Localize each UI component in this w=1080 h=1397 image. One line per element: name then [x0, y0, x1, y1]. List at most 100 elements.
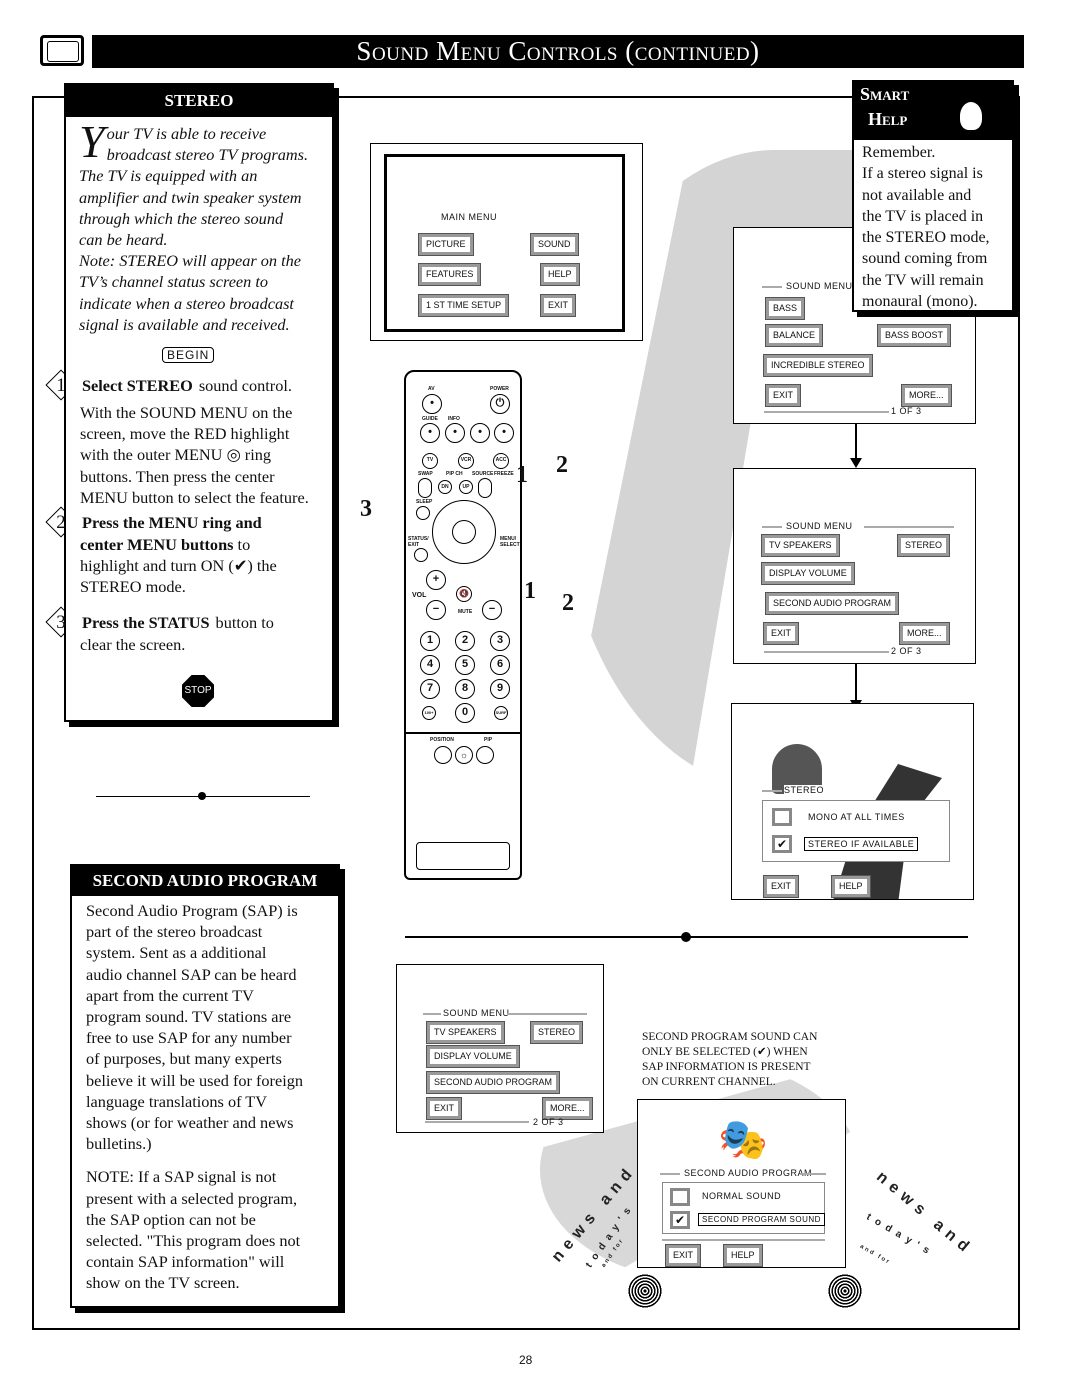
av-button[interactable]: • [422, 394, 442, 414]
pip-ch-up-button[interactable]: UP [459, 480, 473, 494]
stereo-button[interactable]: STEREO [896, 534, 951, 557]
stereo-screen: STEREO MONO AT ALL TIMES ✔ STEREO IF AVA… [731, 703, 974, 900]
help-line: the TV will remain [862, 271, 984, 289]
intro-line: indicate when a stereo broadcast [79, 293, 294, 313]
digit-2-button[interactable]: 2 [455, 631, 475, 651]
picture-button[interactable]: PICTURE [418, 233, 474, 256]
balance-button[interactable]: BALANCE [764, 324, 824, 347]
ch-down-button[interactable]: − [482, 600, 502, 620]
freeze-label: FREEZE [494, 471, 514, 477]
position-button[interactable] [434, 746, 452, 764]
option-label: SECOND PROGRAM SOUND [698, 1213, 825, 1226]
note-line: SAP INFORMATION IS PRESENT [642, 1061, 811, 1073]
digit-7-button[interactable]: 7 [420, 679, 440, 699]
bass-button[interactable]: BASS [764, 297, 806, 320]
surf-button[interactable]: SURF [494, 706, 508, 720]
color-button[interactable]: • [470, 423, 490, 443]
mute-button[interactable]: 🔇 [456, 586, 472, 602]
stereo-button[interactable]: STEREO [529, 1021, 584, 1044]
sleep-button[interactable] [416, 506, 430, 520]
digit-8-button[interactable]: 8 [455, 679, 475, 699]
status-exit-button[interactable] [414, 548, 428, 562]
help-button[interactable]: HELP [540, 263, 580, 286]
sap-panel: SECOND AUDIO PROGRAM Second Audio Progra… [70, 864, 340, 1308]
tv-icon [40, 35, 84, 66]
theater-masks-icon: 🎭 [718, 1117, 768, 1162]
vol-up-button[interactable]: + [426, 570, 446, 590]
mono-checkbox[interactable] [772, 808, 792, 826]
brightness-button[interactable]: ☼ [455, 746, 473, 764]
exit-button[interactable]: EXIT [762, 875, 800, 898]
acc-button[interactable]: ACC [493, 453, 509, 469]
sap-line: free to use SAP for any number [86, 1028, 292, 1048]
exit-button[interactable]: EXIT [762, 622, 800, 645]
speaker-icon [828, 1274, 862, 1308]
callout-1: 1 [524, 578, 536, 604]
step-line: screen, move the RED highlight [80, 424, 290, 444]
sap-line: audio channel SAP can be heard [86, 964, 297, 984]
normal-sound-checkbox[interactable] [670, 1188, 690, 1206]
features-button[interactable]: FEATURES [417, 263, 482, 286]
divider-ornament [198, 792, 206, 800]
info-button[interactable]: • [445, 423, 465, 443]
guide-button[interactable]: • [420, 423, 440, 443]
help-line: the STEREO mode, [862, 229, 990, 247]
digit-1-button[interactable]: 1 [420, 631, 440, 651]
power-button[interactable]: ⏻ [490, 394, 510, 414]
color-button[interactable]: • [494, 423, 514, 443]
pip-ch-down-button[interactable]: DN [438, 480, 452, 494]
first-time-setup-button[interactable]: 1 ST TIME SETUP [417, 294, 510, 317]
status-exit-label: STATUS/ EXIT [408, 536, 429, 548]
help-button[interactable]: HELP [831, 875, 871, 898]
vol-down-button[interactable]: − [426, 600, 446, 620]
intro-line: signal is available and received. [79, 314, 290, 334]
power-label: POWER [490, 386, 509, 392]
sap-note-line: present with a selected program, [86, 1188, 298, 1208]
sound-button[interactable]: SOUND [530, 233, 579, 256]
stereo-heading: STEREO [66, 85, 332, 117]
sap-line: believe it will be used for foreign [86, 1070, 304, 1090]
step-line: With the SOUND MENU on the [80, 403, 293, 422]
bass-boost-button[interactable]: BASS BOOST [876, 324, 952, 347]
digit-5-button[interactable]: 5 [455, 655, 475, 675]
menu-select-center-button[interactable] [452, 520, 476, 544]
tv-button[interactable]: TV [422, 453, 438, 469]
menu-title: SOUND MENU [786, 281, 853, 291]
speaker-icon [628, 1274, 662, 1308]
more-button[interactable]: MORE... [901, 384, 952, 407]
pip-button[interactable] [476, 746, 494, 764]
exit-button[interactable]: EXIT [764, 384, 802, 407]
intro-line: TV’s channel status screen to [79, 272, 269, 292]
source-button[interactable] [478, 478, 492, 498]
incredible-stereo-button[interactable]: INCREDIBLE STEREO [763, 354, 873, 377]
second-audio-program-button[interactable]: SECOND AUDIO PROGRAM [425, 1071, 561, 1094]
more-button[interactable]: MORE... [542, 1097, 593, 1120]
tv-speakers-button[interactable]: TV SPEAKERS [761, 534, 840, 557]
av-label: AV [428, 386, 435, 392]
step-title: center MENU buttons [80, 535, 234, 555]
digit-3-button[interactable]: 3 [490, 631, 510, 651]
exit-button[interactable]: EXIT [664, 1244, 702, 1267]
option-label: STEREO IF AVAILABLE [804, 837, 919, 851]
swap-button[interactable] [418, 478, 432, 498]
second-program-sound-checkbox[interactable]: ✔ [670, 1211, 690, 1229]
second-audio-program-button[interactable]: SECOND AUDIO PROGRAM [764, 592, 900, 615]
exit-button[interactable]: EXIT [425, 1097, 463, 1120]
more-button[interactable]: MORE... [899, 622, 950, 645]
help-line: If a stereo signal is [862, 165, 983, 183]
digit-6-button[interactable]: 6 [490, 655, 510, 675]
digit-0-button[interactable]: 0 [455, 703, 475, 723]
digit-4-button[interactable]: 4 [420, 655, 440, 675]
display-volume-button[interactable]: DISPLAY VOLUME [761, 562, 855, 585]
stereo-checkbox[interactable]: ✔ [772, 835, 792, 853]
100-plus-button[interactable]: 100+ [422, 706, 436, 720]
display-volume-button[interactable]: DISPLAY VOLUME [426, 1045, 520, 1068]
tv-speakers-button[interactable]: TV SPEAKERS [426, 1021, 505, 1044]
digit-9-button[interactable]: 9 [490, 679, 510, 699]
exit-button[interactable]: EXIT [539, 294, 577, 317]
intro-line: Note: STEREO will appear on the [79, 251, 302, 271]
swap-label: SWAP [418, 471, 433, 477]
menu-title: SOUND MENU [786, 521, 853, 531]
vcr-button[interactable]: VCR [458, 453, 474, 469]
help-button[interactable]: HELP [723, 1244, 763, 1267]
